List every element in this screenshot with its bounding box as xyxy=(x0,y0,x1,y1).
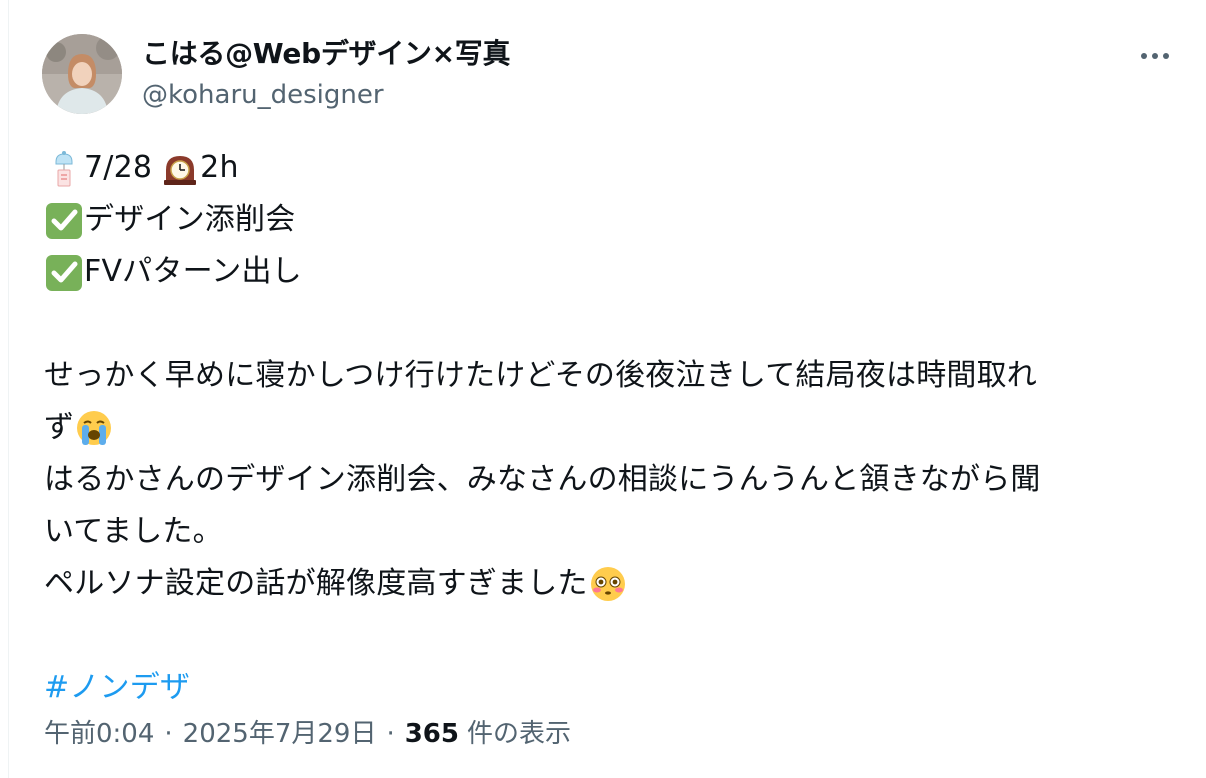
tweet-line-schedule: 7/28 2h xyxy=(44,142,1174,194)
check-item-text: FVパターン出し xyxy=(84,254,302,289)
meta-separator: · xyxy=(164,719,173,749)
loudly-crying-face-icon xyxy=(74,408,114,448)
more-options-button[interactable] xyxy=(1133,38,1177,74)
author-display-name[interactable]: こはる@Webデザイン×写真 xyxy=(142,36,510,72)
flushed-face-icon xyxy=(588,564,628,604)
schedule-date: 7/28 xyxy=(84,150,153,185)
tweet-line-check-2: FVパターン出し xyxy=(44,246,1174,298)
avatar[interactable] xyxy=(42,34,122,114)
tweet-paragraph-1-line-2: ず xyxy=(44,402,1174,454)
tweet-paragraph-2-line-1: はるかさんのデザイン添削会、みなさんの相談にうんうんと頷きながら聞 xyxy=(44,462,1041,497)
views-label: 件の表示 xyxy=(467,719,572,749)
tweet-metadata: 午前0:04 · 2025年7月29日 · 365 件の表示 xyxy=(44,714,571,754)
paragraph-text: ペルソナ設定の話が解像度高すぎました xyxy=(44,566,588,601)
hashtag-link[interactable]: #ノンデザ xyxy=(44,662,190,714)
wind-chime-icon xyxy=(44,148,84,188)
tweet-paragraph-3: ペルソナ設定の話が解像度高すぎました xyxy=(44,558,1174,610)
white-check-mark-icon xyxy=(44,200,84,240)
tweet-time[interactable]: 午前0:04 xyxy=(44,714,154,754)
more-dots-icon xyxy=(1141,53,1169,59)
tweet: こはる@Webデザイン×写真 @koharu_designer 7/28 2h … xyxy=(0,0,1206,778)
tweet-date[interactable]: 2025年7月29日 xyxy=(183,714,377,754)
schedule-hours: 2h xyxy=(200,150,239,185)
tweet-line-check-1: デザイン添削会 xyxy=(44,194,1174,246)
tweet-text: 7/28 2h デザイン添削会 FVパターン出し せっかく早めに寝かしつけ行けた… xyxy=(44,142,1174,714)
views-count: 365 xyxy=(404,719,459,749)
tweet-paragraph-1-line-1: せっかく早めに寝かしつけ行けたけどその後夜泣きして結局夜は時間取れ xyxy=(44,358,1037,393)
check-item-text: デザイン添削会 xyxy=(84,202,296,237)
mantelpiece-clock-icon xyxy=(160,148,200,188)
tweet-paragraph-2-line-2: いてました。 xyxy=(44,514,223,549)
paragraph-text: ず xyxy=(44,410,75,445)
white-check-mark-icon xyxy=(44,252,84,292)
author-handle[interactable]: @koharu_designer xyxy=(142,78,384,112)
meta-separator: · xyxy=(386,719,395,749)
tweet-hashtag-line: #ノンデザ xyxy=(44,662,1174,714)
